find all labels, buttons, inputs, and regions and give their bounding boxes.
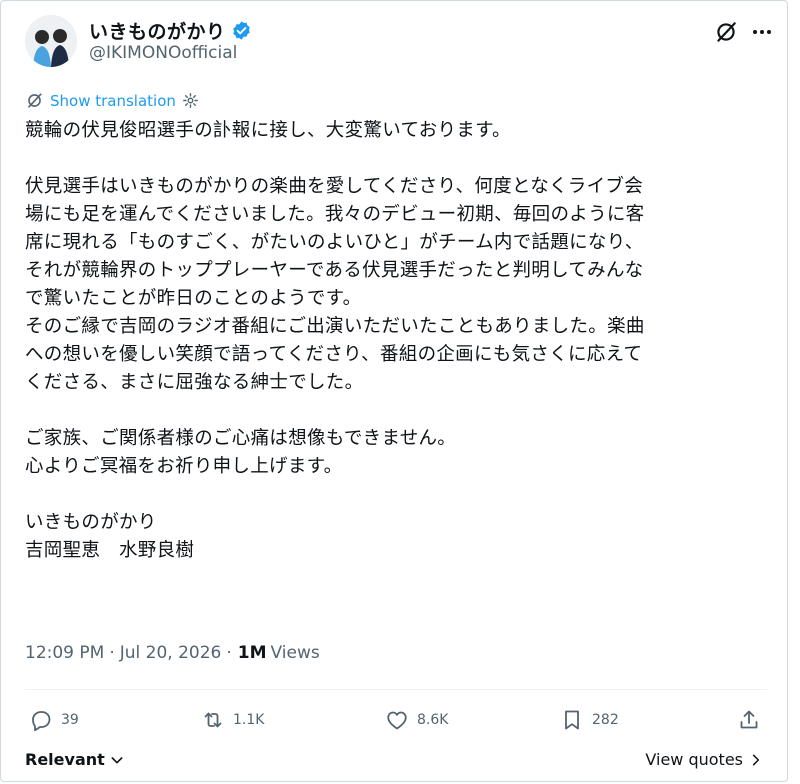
post-text-line: 伏見選手はいきものがかりの楽曲を愛してくださり、何度となくライブ会 xyxy=(25,176,643,197)
post-text-line: ご家族、ご関係者様のご心痛は想像もできません。 xyxy=(25,428,457,449)
post-time[interactable]: 12:09 PM xyxy=(25,643,104,663)
post-date[interactable]: Jul 20, 2026 xyxy=(120,643,222,663)
sort-label: Relevant xyxy=(25,750,105,769)
post-text-line: それが競輪界のトッププレーヤーである伏見選手だったと判明してみんな xyxy=(25,260,644,281)
post-text-line: 場にも足を運んでくださいました。我々のデビュー初期、毎回のように客 xyxy=(25,204,645,225)
view-quotes-link[interactable]: View quotes xyxy=(645,750,763,769)
share-button[interactable] xyxy=(737,708,761,736)
reply-button[interactable]: 39 xyxy=(29,708,79,732)
reply-icon xyxy=(32,711,51,732)
translate-icon xyxy=(28,93,42,108)
post-text-line: 心よりご冥福をお祈り申し上げます。 xyxy=(25,456,343,477)
post-text-line: への想いを優しい笑顔で語ってくださり、番組の企画にも気さくに応えて xyxy=(25,344,643,365)
like-count: 8.6K xyxy=(417,712,449,728)
view-quotes-label: View quotes xyxy=(645,750,743,769)
verified-badge-icon xyxy=(232,21,250,40)
chevron-down-icon xyxy=(111,756,123,763)
avatar[interactable] xyxy=(25,15,77,67)
meta-separator: · xyxy=(226,643,232,663)
repost-button[interactable]: 1.1K xyxy=(201,708,264,732)
chevron-right-icon xyxy=(752,754,760,765)
repost-count: 1.1K xyxy=(233,712,265,728)
show-translation-label[interactable]: Show translation xyxy=(50,92,176,110)
bookmark-icon xyxy=(565,710,579,730)
post-text-line: 席に現れる「ものすごく、がたいのよいひと」がチーム内で話題になり、 xyxy=(25,232,644,253)
post-text-line: そのご縁で吉岡のラジオ番組にご出演いただいたこともありました。楽曲 xyxy=(25,316,645,337)
reply-count: 39 xyxy=(61,712,79,728)
views-count: 1M xyxy=(237,643,267,663)
handle[interactable]: @IKIMONOofficial xyxy=(89,43,237,63)
like-icon xyxy=(387,711,407,730)
like-button[interactable]: 8.6K xyxy=(385,708,448,732)
name-row: いきものがかり xyxy=(89,17,252,44)
post-header: いきものがかり @IKIMONOofficial xyxy=(25,15,775,71)
share-icon xyxy=(740,710,758,729)
post-text-line: 吉岡聖恵 水野良樹 xyxy=(25,540,195,561)
settings-icon[interactable] xyxy=(182,92,199,109)
post-meta: 12:09 PM · Jul 20, 2026 · 1M Views xyxy=(25,643,320,663)
action-bar: 39 1.1K 8.6K 282 xyxy=(25,704,767,744)
sort-dropdown[interactable]: Relevant xyxy=(25,750,125,769)
post-text-line: いきものがかり xyxy=(25,512,157,533)
meta-separator: · xyxy=(109,643,115,663)
avatar-image xyxy=(25,15,77,67)
post-card: いきものがかり @IKIMONOofficial Show translatio… xyxy=(0,0,788,782)
display-name[interactable]: いきものがかり xyxy=(89,17,226,44)
post-text-line: くださる、まさに屈強なる紳士でした。 xyxy=(25,372,364,393)
post-text-line: で驚いたことが昨日のことのようです。 xyxy=(25,288,362,309)
post-text-line: 競輪の伏見俊昭選手の訃報に接し、大変驚いております。 xyxy=(25,120,511,141)
views-label: Views xyxy=(270,643,320,663)
more-icon xyxy=(753,30,771,34)
repost-icon xyxy=(204,712,222,728)
divider xyxy=(25,689,767,690)
post-footer: Relevant View quotes xyxy=(25,750,767,778)
show-translation-link[interactable]: Show translation xyxy=(25,91,199,110)
bookmark-count: 282 xyxy=(592,712,619,728)
grok-icon[interactable] xyxy=(713,19,739,45)
bookmark-button[interactable]: 282 xyxy=(560,708,619,732)
more-button[interactable] xyxy=(749,19,775,45)
post-text: 競輪の伏見俊昭選手の訃報に接し、大変驚いております。伏見選手はいきものがかりの楽… xyxy=(25,117,775,565)
